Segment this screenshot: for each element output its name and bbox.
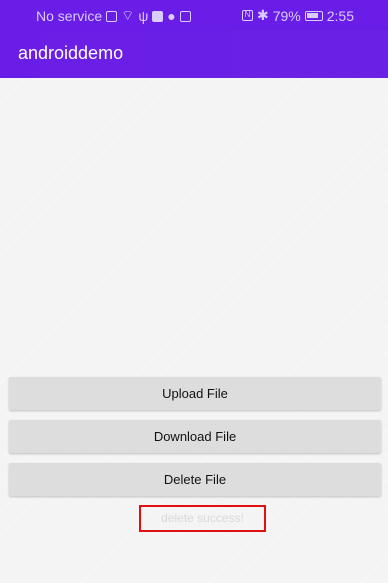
status-right-group: N ✱ 79% 2:55: [241, 7, 354, 24]
sim-icon: [106, 10, 118, 22]
chat-icon: ●: [167, 8, 176, 24]
main-content: Upload File Download File Delete File de…: [0, 78, 388, 583]
shield-icon: [179, 10, 191, 22]
clock-time: 2:55: [326, 7, 354, 24]
carrier-text: No service: [36, 8, 103, 24]
battery-percent: 79%: [272, 7, 301, 24]
app-title: androiddemo: [18, 43, 124, 63]
usb-icon: ψ: [138, 8, 149, 24]
upload-file-button[interactable]: Upload File: [9, 377, 381, 410]
nfc-icon: N: [241, 10, 253, 21]
status-bar: No service ⌔ ψ ● N ✱ 79% 2:55: [0, 0, 388, 30]
notification-icon: [152, 10, 164, 22]
delete-file-button[interactable]: Delete File: [9, 463, 381, 496]
app-bar: androiddemo: [0, 30, 388, 78]
battery-icon: [304, 10, 323, 21]
status-message: delete success!: [139, 505, 266, 532]
status-left-group: No service ⌔ ψ ●: [36, 7, 191, 25]
download-file-button[interactable]: Download File: [9, 420, 381, 453]
wifi-icon: ⌔: [121, 7, 135, 23]
bluetooth-icon: ✱: [256, 7, 269, 23]
